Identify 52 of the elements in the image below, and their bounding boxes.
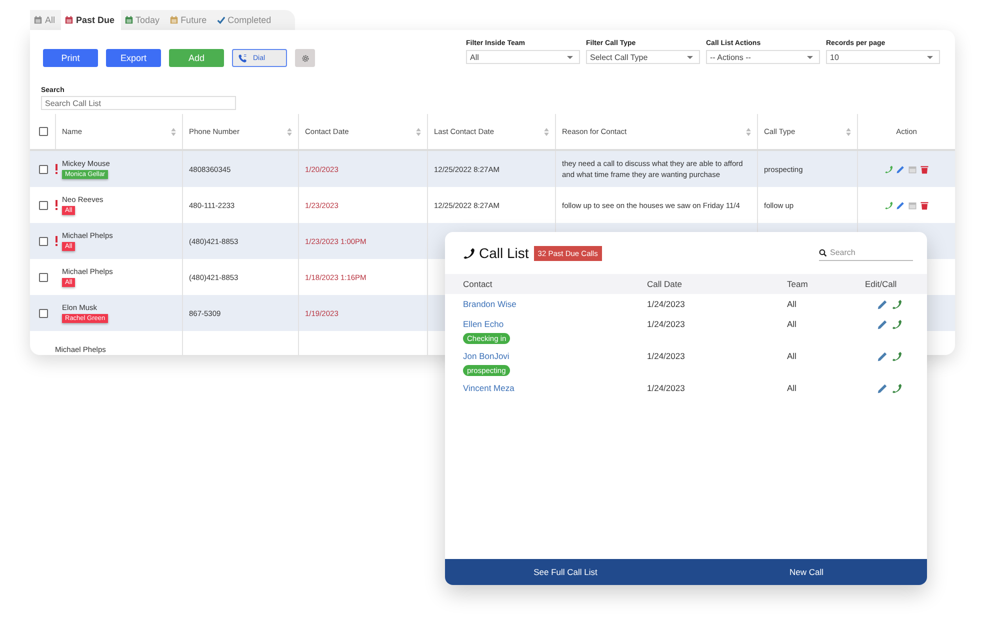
trash-icon[interactable]	[920, 200, 929, 210]
contact-link[interactable]: Ellen Echo	[463, 319, 504, 329]
column-header: Call Date	[646, 279, 683, 289]
footer-button[interactable]: New Call	[686, 559, 927, 585]
checkbox[interactable]	[39, 164, 48, 174]
pencil-icon[interactable]	[896, 164, 905, 174]
toolbar-button[interactable]: Export	[106, 49, 161, 67]
checkbox[interactable]	[39, 127, 48, 136]
call-date: 1/24/2023	[646, 351, 686, 361]
column-header: Contact	[463, 279, 494, 289]
settings-button[interactable]	[295, 49, 315, 67]
call-date: 1/24/2023	[646, 383, 686, 393]
checkbox[interactable]	[39, 236, 48, 246]
filter-dropdown[interactable]: Select Call Type	[586, 50, 700, 64]
filter-tab[interactable]: Past Due	[61, 10, 121, 30]
phone-icon[interactable]	[884, 164, 893, 174]
column-header: Team	[786, 279, 809, 289]
phone-icon[interactable]	[891, 351, 902, 362]
column-header: Edit/Call	[865, 279, 898, 289]
panel-title: Call List	[479, 245, 529, 261]
call-date: 1/24/2023	[646, 299, 686, 309]
contact-link[interactable]: Vincent Meza	[463, 383, 514, 393]
pencil-icon[interactable]	[877, 319, 888, 330]
checkbox[interactable]	[39, 200, 48, 210]
checkbox[interactable]	[39, 308, 48, 318]
footer-button[interactable]: See Full Call List	[445, 559, 686, 585]
team-name: All	[786, 299, 798, 309]
trash-icon[interactable]	[920, 164, 929, 174]
phone-icon[interactable]	[891, 299, 902, 310]
phone-icon[interactable]	[884, 200, 893, 210]
filter-dropdown[interactable]: All	[466, 50, 580, 64]
contact-link[interactable]: Brandon Wise	[463, 299, 516, 309]
search-field[interactable]: Search Call List	[41, 96, 236, 110]
phone-icon	[462, 246, 475, 260]
team-name: All	[786, 319, 798, 329]
pencil-icon[interactable]	[877, 351, 888, 362]
phone-icon	[238, 54, 247, 62]
call-date: 1/24/2023	[646, 319, 686, 329]
pencil-icon[interactable]	[877, 299, 888, 310]
team-name: All	[786, 351, 798, 361]
filter-dropdown[interactable]: -- Actions --	[706, 50, 820, 64]
pencil-icon[interactable]	[877, 383, 888, 394]
phone-icon[interactable]	[891, 383, 902, 394]
pencil-icon[interactable]	[896, 200, 905, 210]
checkbox[interactable]	[39, 272, 48, 282]
phone-icon[interactable]	[891, 319, 902, 330]
team-name: All	[786, 383, 798, 393]
gear-icon	[300, 54, 310, 62]
contact-link[interactable]: Jon BonJovi	[463, 351, 510, 361]
search-icon	[819, 248, 827, 256]
filter-dropdown[interactable]: 10	[826, 50, 940, 64]
toolbar-button[interactable]: Print	[43, 49, 98, 67]
